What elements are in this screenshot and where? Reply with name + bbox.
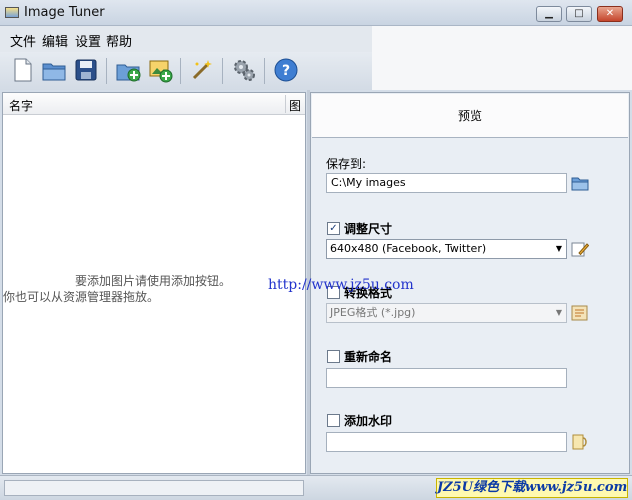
rename-label: 重新命名 [344, 350, 393, 364]
save-disk-icon[interactable] [72, 56, 100, 84]
empty-hint-add: 要添加图片请使用添加按钮。 [75, 274, 232, 288]
title-bar: Image Tuner ▁ □ ✕ [0, 0, 632, 26]
column-name-header[interactable]: 名字 [9, 97, 33, 114]
dropdown-arrow-icon: ▼ [555, 308, 562, 317]
magic-wand-icon[interactable] [188, 56, 216, 84]
menu-bar: 文件 编辑 设置 帮助 [0, 26, 372, 52]
resize-preset-select[interactable]: 640x480 (Facebook, Twitter) ▼ [326, 239, 567, 259]
new-file-icon[interactable] [8, 56, 36, 84]
format-select[interactable]: JPEG格式 (*.jpg) ▼ [326, 303, 567, 323]
format-settings-icon[interactable] [571, 305, 589, 321]
status-progress-area [4, 480, 304, 496]
list-header: 名字 图 [3, 93, 305, 115]
format-value: JPEG格式 (*.jpg) [330, 306, 416, 319]
menu-bar-filler [372, 26, 632, 90]
app-icon [5, 7, 19, 18]
gears-icon[interactable] [230, 56, 258, 84]
menu-edit[interactable]: 编辑 [42, 31, 68, 50]
toolbar-separator [106, 58, 107, 84]
empty-hint-drag: 你也可以从资源管理器拖放。 [3, 290, 160, 304]
maximize-button[interactable]: □ [566, 6, 592, 22]
resize-preset-value: 640x480 (Facebook, Twitter) [330, 242, 487, 255]
rename-field[interactable] [326, 368, 567, 388]
menu-help[interactable]: 帮助 [106, 31, 132, 50]
svg-text:?: ? [282, 63, 290, 79]
rename-checkbox[interactable] [327, 350, 340, 363]
dropdown-arrow-icon: ▼ [555, 244, 562, 253]
watermark-checkbox[interactable] [327, 414, 340, 427]
watermark-field[interactable] [326, 432, 567, 452]
save-path-field[interactable]: C:\My images [326, 173, 567, 193]
menu-settings[interactable]: 设置 [75, 31, 101, 50]
toolbar: ? [0, 52, 372, 90]
browse-folder-icon[interactable] [571, 175, 589, 191]
preview-button[interactable]: 预览 [312, 94, 628, 138]
image-list[interactable]: 名字 图 要添加图片请使用添加按钮。 你也可以从资源管理器拖放。 [2, 92, 306, 474]
overlay-url-watermark: http://www.jz5u.com [268, 277, 414, 293]
edit-pencil-icon[interactable] [571, 241, 590, 257]
toolbar-separator [180, 58, 181, 84]
resize-label: 调整尺寸 [344, 222, 393, 236]
menu-file[interactable]: 文件 [10, 31, 36, 50]
watermark-pick-icon[interactable] [571, 434, 589, 450]
close-button[interactable]: ✕ [597, 6, 623, 22]
window-title: Image Tuner [24, 5, 105, 20]
minimize-button[interactable]: ▁ [536, 6, 562, 22]
help-icon[interactable]: ? [272, 56, 300, 84]
resize-checkbox[interactable]: ✓ [327, 222, 340, 235]
toolbar-separator [264, 58, 265, 84]
brand-watermark-badge: JZ5U绿色下载www.jz5u.com [436, 478, 628, 498]
open-folder-icon[interactable] [40, 56, 68, 84]
add-folder-icon[interactable] [114, 56, 142, 84]
watermark-label: 添加水印 [344, 414, 393, 428]
column-image-header[interactable]: 图 [289, 97, 301, 114]
save-to-label: 保存到: [326, 157, 367, 171]
toolbar-separator [222, 58, 223, 84]
column-divider[interactable] [285, 95, 286, 113]
status-bar: JZ5U绿色下载www.jz5u.com [0, 475, 632, 500]
add-image-icon[interactable] [146, 56, 174, 84]
